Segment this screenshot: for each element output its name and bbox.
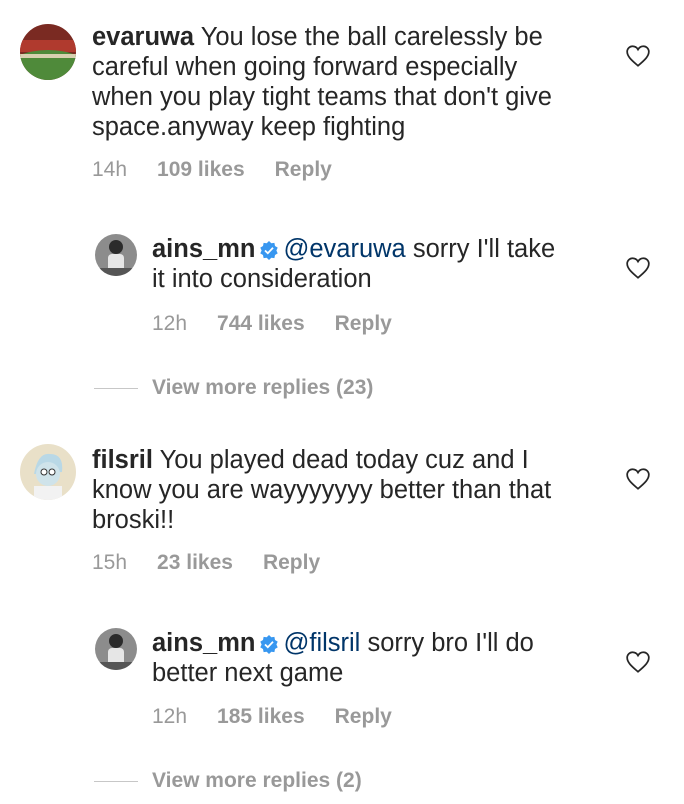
reply-button[interactable]: Reply xyxy=(335,312,392,336)
timestamp: 14h xyxy=(92,158,128,181)
verified-badge-icon xyxy=(260,241,279,260)
mention-link[interactable]: @evaruwa xyxy=(283,235,405,263)
heart-icon[interactable] xyxy=(625,467,651,491)
likes-count[interactable]: 109 likes xyxy=(157,158,245,182)
comment-text: filsril You played dead today cuz and I … xyxy=(92,446,552,534)
comment-text: evaruwa You lose the ball carelessly be … xyxy=(92,23,552,141)
username[interactable]: ains_mn xyxy=(152,629,255,657)
reply-meta: 12h 185 likes Reply xyxy=(152,705,422,729)
username[interactable]: filsril xyxy=(92,446,153,474)
username[interactable]: ains_mn xyxy=(152,235,255,263)
divider xyxy=(94,780,138,782)
view-more-replies-button[interactable]: View more replies (2) xyxy=(94,769,362,793)
timestamp: 12h xyxy=(152,705,188,728)
reply-text: ains_mn @evaruwa sorry I'll take it into … xyxy=(152,235,556,293)
timestamp: 12h xyxy=(152,312,188,335)
likes-count[interactable]: 23 likes xyxy=(157,551,233,575)
reply-button[interactable]: Reply xyxy=(335,705,392,729)
username[interactable]: evaruwa xyxy=(92,23,194,51)
verified-badge-icon xyxy=(260,635,279,654)
avatar-ains-mn[interactable] xyxy=(95,628,137,670)
reply-button[interactable]: Reply xyxy=(263,551,320,575)
avatar-filsril[interactable] xyxy=(20,444,76,500)
mention-link[interactable]: @filsril xyxy=(283,629,360,657)
divider xyxy=(94,387,138,389)
heart-icon[interactable] xyxy=(625,650,651,674)
heart-icon[interactable] xyxy=(625,256,651,280)
heart-icon[interactable] xyxy=(625,44,651,68)
comment-meta: 14h 109 likes Reply xyxy=(92,158,362,182)
reply-button[interactable]: Reply xyxy=(275,158,332,182)
likes-count[interactable]: 744 likes xyxy=(217,312,305,336)
reply-text: ains_mn @filsril sorry bro I'll do better… xyxy=(152,629,534,687)
avatar-ains-mn[interactable] xyxy=(95,234,137,276)
likes-count[interactable]: 185 likes xyxy=(217,705,305,729)
reply-meta: 12h 744 likes Reply xyxy=(152,312,422,336)
comment-meta: 15h 23 likes Reply xyxy=(92,551,350,575)
view-more-replies-button[interactable]: View more replies (23) xyxy=(94,376,373,400)
timestamp: 15h xyxy=(92,551,128,574)
avatar-evaruwa[interactable] xyxy=(20,24,76,80)
